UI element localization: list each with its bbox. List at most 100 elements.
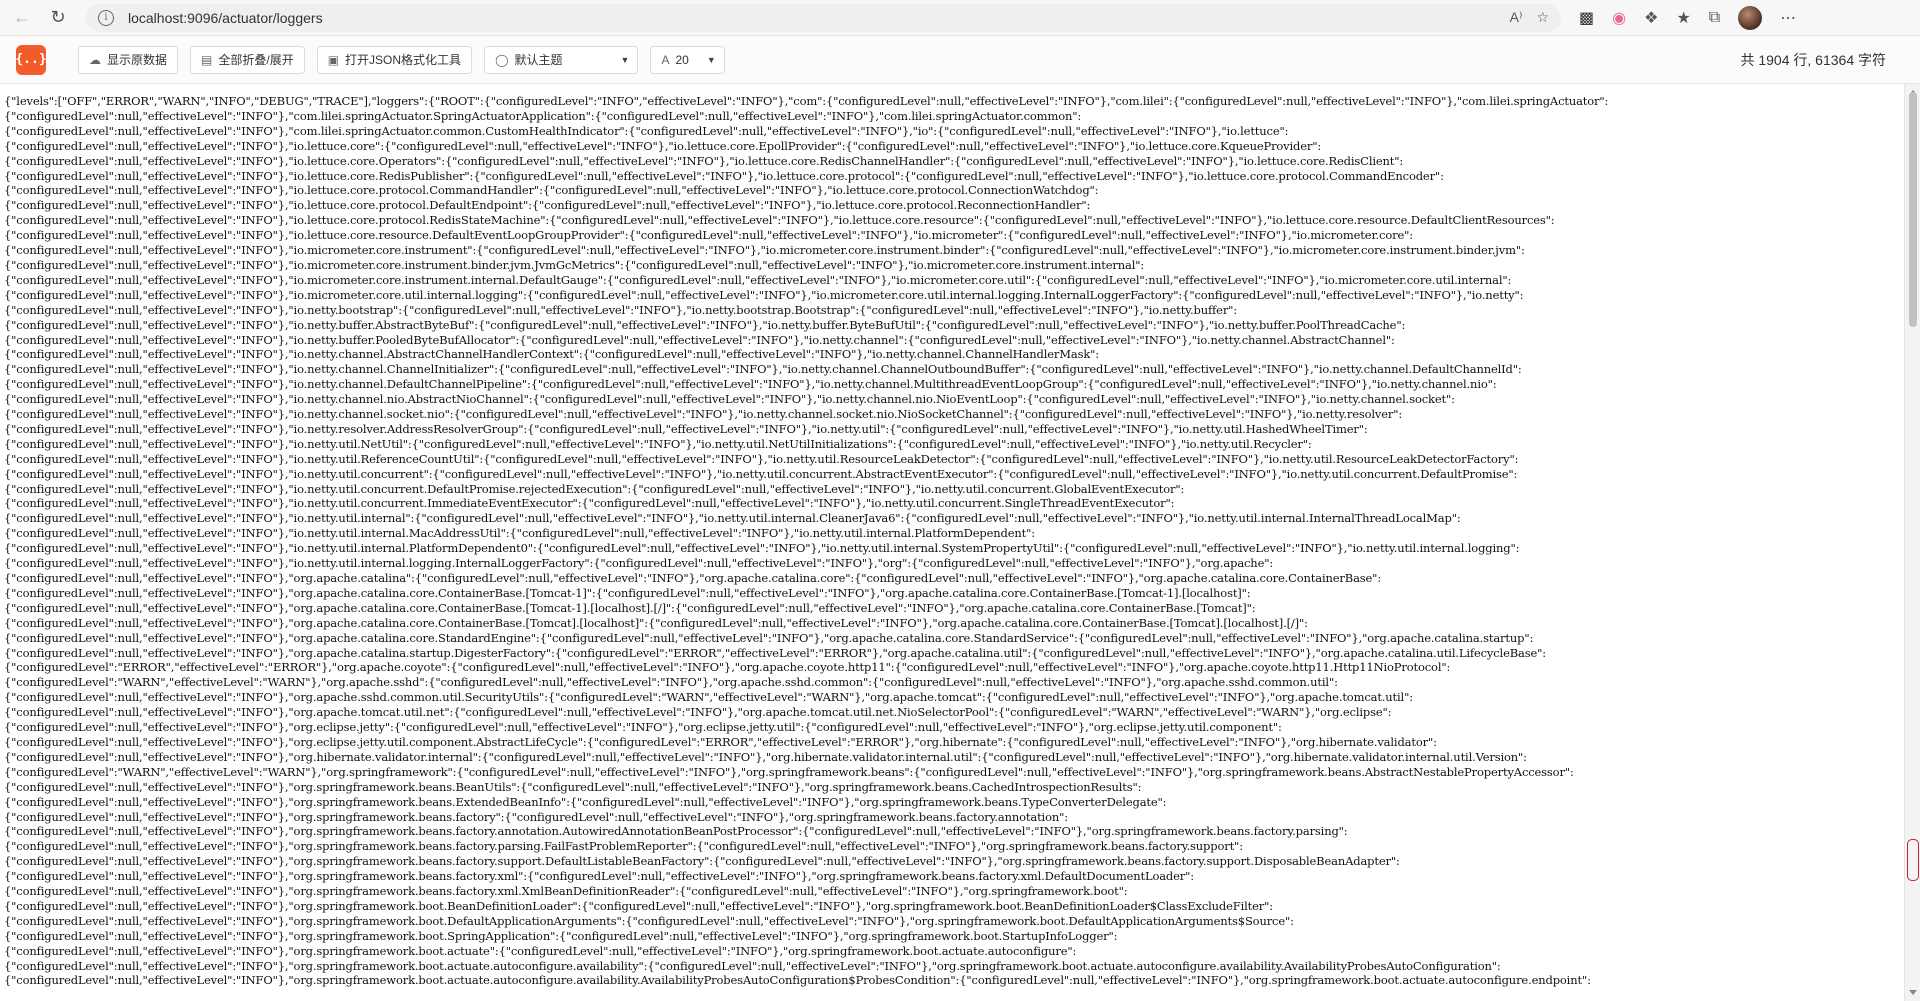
json-line: {"configuredLevel":null,"effectiveLevel"… xyxy=(4,317,1406,332)
open-json-tool-label: 打开JSON格式化工具 xyxy=(345,53,462,67)
scrollbar-thumb[interactable] xyxy=(1909,92,1917,327)
json-line: {"configuredLevel":null,"effectiveLevel"… xyxy=(4,407,1403,422)
json-viewer-toolbar: {..} ☁ 显示原数据 ▤ 全部折叠/展开 ▣ 打开JSON格式化工具 ◯ 默… xyxy=(0,36,1920,84)
json-line: {"configuredLevel":null,"effectiveLevel"… xyxy=(4,690,1413,705)
json-line: {"configuredLevel":null,"effectiveLevel"… xyxy=(4,466,1518,481)
json-line: {"configuredLevel":null,"effectiveLevel"… xyxy=(4,720,1282,735)
chevron-down-icon: ▼ xyxy=(620,54,630,65)
browser-toolbar: ← ↻ i localhost:9096/actuator/loggers A⁾… xyxy=(0,0,1920,36)
json-line: {"configuredLevel":null,"effectiveLevel"… xyxy=(4,913,1294,928)
json-line: {"configuredLevel":null,"effectiveLevel"… xyxy=(4,108,1082,123)
json-line: {"configuredLevel":null,"effectiveLevel"… xyxy=(4,541,1520,556)
split-screen-icon[interactable]: ⧉ xyxy=(1709,9,1720,27)
json-line: {"configuredLevel":null,"effectiveLevel"… xyxy=(4,198,1091,213)
font-size-select[interactable]: A 20 ▼ xyxy=(650,45,725,74)
theme-select[interactable]: ◯ 默认主题 ▼ xyxy=(484,45,639,74)
json-line: {"configuredLevel":null,"effectiveLevel"… xyxy=(4,272,1512,287)
collapse-icon: ▤ xyxy=(201,52,213,67)
json-line: {"configuredLevel":null,"effectiveLevel"… xyxy=(4,362,1522,377)
theme-icon: ◯ xyxy=(495,52,509,67)
url-text[interactable]: localhost:9096/actuator/loggers xyxy=(128,10,1510,26)
json-line: {"configuredLevel":null,"effectiveLevel"… xyxy=(4,392,1455,407)
collapse-all-label: 全部折叠/展开 xyxy=(218,53,294,67)
json-line: {"configuredLevel":null,"effectiveLevel"… xyxy=(4,779,1142,794)
back-icon[interactable]: ← xyxy=(8,4,36,32)
json-line: {"configuredLevel":null,"effectiveLevel"… xyxy=(4,302,1238,317)
json-line: {"configuredLevel":null,"effectiveLevel"… xyxy=(4,869,1195,884)
json-line: {"configuredLevel":null,"effectiveLevel"… xyxy=(4,794,1167,809)
json-line: {"configuredLevel":null,"effectiveLevel"… xyxy=(4,168,1444,183)
vertical-scrollbar[interactable] xyxy=(1904,84,1920,1001)
json-line: {"configuredLevel":null,"effectiveLevel"… xyxy=(4,496,1175,511)
json-line: {"configuredLevel":null,"effectiveLevel"… xyxy=(4,138,1322,153)
json-line: {"configuredLevel":"WARN","effectiveLeve… xyxy=(4,764,1574,779)
json-line: {"configuredLevel":"ERROR","effectiveLev… xyxy=(4,660,1451,675)
json-line: {"configuredLevel":null,"effectiveLevel"… xyxy=(4,943,1077,958)
json-line: {"configuredLevel":null,"effectiveLevel"… xyxy=(4,347,1100,362)
json-line: {"configuredLevel":null,"effectiveLevel"… xyxy=(4,243,1525,258)
open-tool-icon: ▣ xyxy=(327,52,340,67)
refresh-icon[interactable]: ↻ xyxy=(44,4,72,32)
json-line: {"configuredLevel":null,"effectiveLevel"… xyxy=(4,749,1527,764)
json-line: {"configuredLevel":null,"effectiveLevel"… xyxy=(4,600,1256,615)
json-line: {"configuredLevel":"WARN","effectiveLeve… xyxy=(4,675,1338,690)
json-line: {"configuredLevel":null,"effectiveLevel"… xyxy=(4,228,1413,243)
json-line: {"configuredLevel":null,"effectiveLevel"… xyxy=(4,705,1392,720)
json-logo-icon[interactable]: {..} xyxy=(15,44,47,75)
collections-icon[interactable]: ◉ xyxy=(1612,8,1626,28)
show-raw-label: 显示原数据 xyxy=(107,53,168,67)
json-line: {"configuredLevel":null,"effectiveLevel"… xyxy=(4,183,1099,198)
json-line: {"configuredLevel":null,"effectiveLevel"… xyxy=(4,585,1251,600)
puzzle-icon[interactable]: ❖ xyxy=(1644,8,1658,28)
info-icon[interactable]: i xyxy=(98,9,114,26)
favorites-bar-icon[interactable]: ★ xyxy=(1676,8,1690,28)
json-line: {"configuredLevel":null,"effectiveLevel"… xyxy=(4,511,1461,526)
json-line: {"configuredLevel":null,"effectiveLevel"… xyxy=(4,556,1274,571)
json-line: {"configuredLevel":null,"effectiveLevel"… xyxy=(4,436,1312,451)
json-line: {"configuredLevel":null,"effectiveLevel"… xyxy=(4,645,1547,660)
font-size-value: 20 xyxy=(675,52,689,67)
json-line: {"configuredLevel":null,"effectiveLevel"… xyxy=(4,526,1035,541)
stats-text: 共 1904 行, 61364 字符 xyxy=(1740,52,1886,68)
json-line: {"configuredLevel":null,"effectiveLevel"… xyxy=(4,287,1524,302)
font-size-icon: A xyxy=(661,52,670,67)
scroll-down-icon[interactable] xyxy=(1909,990,1917,995)
json-raw-content: {"levels":["OFF","ERROR","WARN","INFO","… xyxy=(0,84,1904,1001)
avatar[interactable] xyxy=(1738,5,1763,30)
json-line: {"configuredLevel":null,"effectiveLevel"… xyxy=(4,884,1128,899)
favorite-icon[interactable]: ☆ xyxy=(1536,9,1549,26)
extension-icon[interactable]: ▩ xyxy=(1579,8,1594,28)
collapse-all-button[interactable]: ▤ 全部折叠/展开 xyxy=(190,45,305,74)
json-line: {"configuredLevel":null,"effectiveLevel"… xyxy=(4,451,1519,466)
json-line: {"configuredLevel":null,"effectiveLevel"… xyxy=(4,571,1382,585)
json-line: {"configuredLevel":null,"effectiveLevel"… xyxy=(4,824,1348,839)
scroll-position-marker xyxy=(1907,839,1919,881)
json-line: {"configuredLevel":null,"effectiveLevel"… xyxy=(4,839,1243,854)
json-line: {"configuredLevel":null,"effectiveLevel"… xyxy=(4,898,1273,913)
json-line: {"configuredLevel":null,"effectiveLevel"… xyxy=(4,630,1534,645)
json-line: {"configuredLevel":null,"effectiveLevel"… xyxy=(4,973,1591,988)
more-icon[interactable]: ⋯ xyxy=(1780,8,1796,28)
show-raw-button[interactable]: ☁ 显示原数据 xyxy=(78,45,179,74)
json-line: {"configuredLevel":null,"effectiveLevel"… xyxy=(4,377,1497,392)
json-line: {"configuredLevel":null,"effectiveLevel"… xyxy=(4,809,1068,824)
json-line: {"configuredLevel":null,"effectiveLevel"… xyxy=(4,123,1289,138)
json-line: {"configuredLevel":null,"effectiveLevel"… xyxy=(4,332,1395,347)
json-line: {"configuredLevel":null,"effectiveLevel"… xyxy=(4,734,1437,749)
chevron-down-icon: ▼ xyxy=(706,54,716,65)
json-line: {"configuredLevel":null,"effectiveLevel"… xyxy=(4,928,1118,943)
json-line: {"levels":["OFF","ERROR","WARN","INFO","… xyxy=(4,94,1609,108)
open-json-tool-button[interactable]: ▣ 打开JSON格式化工具 xyxy=(316,45,473,74)
address-bar[interactable]: i localhost:9096/actuator/loggers A⁾ ☆ xyxy=(86,3,1561,32)
json-line: {"configuredLevel":null,"effectiveLevel"… xyxy=(4,421,1368,436)
read-aloud-icon[interactable]: A⁾ xyxy=(1510,9,1523,26)
json-line: {"configuredLevel":null,"effectiveLevel"… xyxy=(4,854,1400,869)
json-line: {"configuredLevel":null,"effectiveLevel"… xyxy=(4,153,1404,168)
json-line: {"configuredLevel":null,"effectiveLevel"… xyxy=(4,958,1501,973)
theme-label: 默认主题 xyxy=(514,53,563,67)
json-line: {"configuredLevel":null,"effectiveLevel"… xyxy=(4,257,1145,272)
json-line: {"configuredLevel":null,"effectiveLevel"… xyxy=(4,615,1308,630)
json-line: {"configuredLevel":null,"effectiveLevel"… xyxy=(4,213,1555,228)
json-line: {"configuredLevel":null,"effectiveLevel"… xyxy=(4,481,1185,496)
cloud-icon: ☁ xyxy=(89,52,101,67)
